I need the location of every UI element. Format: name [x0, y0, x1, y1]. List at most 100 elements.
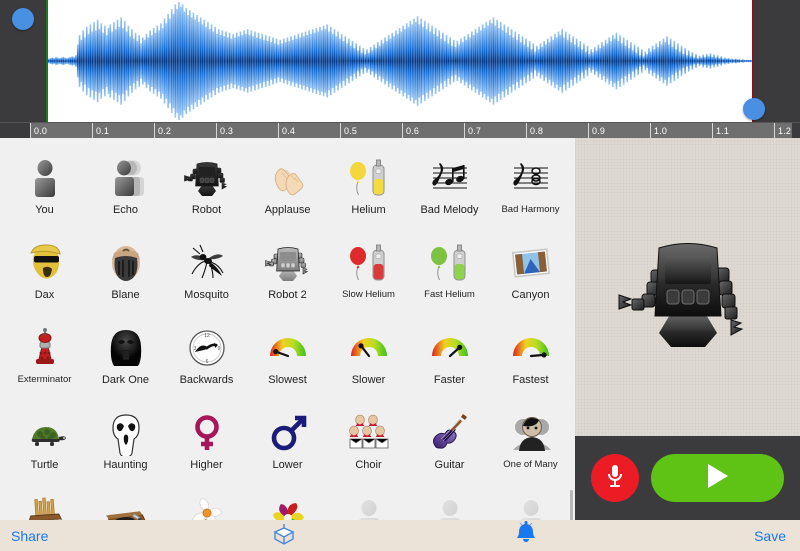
selection-end-handle[interactable]: [743, 98, 765, 120]
effect-label: Backwards: [179, 374, 234, 386]
time-ruler: 0.0 0.1 0.2 0.3 0.4 0.5 0.6 0.7 0.8 0.9 1.0 1.1 1.2: [0, 122, 800, 139]
selection-start-handle[interactable]: [12, 8, 34, 30]
ruler-right-edge: [792, 123, 800, 139]
balloon-red-tank-icon: [339, 237, 399, 289]
effect-bad-harmony[interactable]: Bad Harmony: [490, 144, 571, 229]
effect-label: Higher: [190, 459, 223, 471]
partial-icon: [339, 492, 399, 520]
effect-applause[interactable]: Applause: [247, 144, 328, 229]
waveform-canvas[interactable]: [48, 0, 753, 122]
organ-icon: [15, 492, 75, 520]
effect-label: Slow Helium: [342, 289, 395, 300]
reverse-clock-icon: 12 9 3 6: [177, 322, 237, 374]
partial-icon: [420, 492, 480, 520]
person-icon: [15, 152, 75, 204]
effect-you[interactable]: You: [4, 144, 85, 229]
effect-label: Mosquito: [184, 289, 229, 301]
effect-label: Blane: [111, 289, 140, 301]
fan-icon: [177, 492, 237, 520]
effect-label: Bad Melody: [420, 204, 479, 216]
effect-exterminator[interactable]: Exterminator: [4, 314, 85, 399]
gauge-fastest-icon: [501, 322, 561, 374]
download-tray-icon[interactable]: [270, 519, 298, 551]
effect-canyon[interactable]: Canyon: [490, 229, 571, 314]
effect-warped[interactable]: Warped: [85, 484, 166, 520]
effect-label: Bad Harmony: [501, 204, 560, 215]
effect-robot[interactable]: Robot: [166, 144, 247, 229]
play-triangle-icon: [705, 462, 731, 495]
music-notes-icon: [420, 152, 480, 204]
effect-label: Turtle: [30, 459, 59, 471]
microphone-icon: [605, 463, 625, 494]
bell-icon[interactable]: [513, 519, 539, 551]
effect-higher[interactable]: Higher: [166, 399, 247, 484]
svg-text:6: 6: [205, 359, 208, 365]
ruler-tick: 0.7: [464, 123, 481, 139]
ruler-tick: 0.1: [92, 123, 109, 139]
effect-choir[interactable]: Choir: [328, 399, 409, 484]
effect-label: Choir: [355, 459, 382, 471]
guitar-icon: [420, 407, 480, 459]
effect-label: Slower: [351, 374, 386, 386]
music-chord-icon: [501, 152, 561, 204]
effect-label: Helium: [351, 204, 386, 216]
effect-slow-helium[interactable]: Slow Helium: [328, 229, 409, 314]
effect-fan[interactable]: Fan: [166, 484, 247, 520]
effect-label: One of Many: [503, 459, 558, 470]
effect-faster[interactable]: Faster: [409, 314, 490, 399]
save-button[interactable]: Save: [754, 528, 786, 544]
effect-echo[interactable]: Echo: [85, 144, 166, 229]
masked-face-icon: [96, 237, 156, 289]
effect-swirling[interactable]: Swirling: [247, 484, 328, 520]
voice-changer-app: 0.0 0.1 0.2 0.3 0.4 0.5 0.6 0.7 0.8 0.9 1.0 1.1 1.2 …: [0, 0, 800, 551]
effect-robot-2[interactable]: Robot 2: [247, 229, 328, 314]
selection-start-marker: [46, 0, 48, 122]
svg-text:12: 12: [204, 333, 210, 339]
effect-slowest[interactable]: Slowest: [247, 314, 328, 399]
ruler-tick: 0.3: [216, 123, 233, 139]
effect-preview: [575, 138, 800, 436]
effect-dax[interactable]: Dax: [4, 229, 85, 314]
dalek-icon: [15, 322, 75, 374]
swirl-icon: [258, 492, 318, 520]
effect-row-partial[interactable]: [409, 484, 490, 520]
choir-icon: [339, 407, 399, 459]
effect-haunting[interactable]: Haunting: [85, 399, 166, 484]
effect-backwards[interactable]: 12 9 3 6 Backwards: [166, 314, 247, 399]
effect-organ[interactable]: Organ: [4, 484, 85, 520]
effect-lower[interactable]: Lower: [247, 399, 328, 484]
share-button[interactable]: Share: [11, 528, 48, 544]
bottom-toolbar: Share Save: [0, 520, 800, 551]
effect-turtle[interactable]: Turtle: [4, 399, 85, 484]
effect-label: Slowest: [268, 374, 307, 386]
gauge-slowest-icon: [258, 322, 318, 374]
effect-mosquito[interactable]: Mosquito: [166, 229, 247, 314]
play-button[interactable]: [651, 454, 784, 502]
effect-blane[interactable]: Blane: [85, 229, 166, 314]
effect-fastest[interactable]: Fastest: [490, 314, 571, 399]
ghost-mask-icon: [96, 407, 156, 459]
robot-icon: [177, 152, 237, 204]
effect-label: Lower: [272, 459, 303, 471]
effect-dark-one[interactable]: Dark One: [85, 314, 166, 399]
effect-helium[interactable]: Helium: [328, 144, 409, 229]
effects-pane[interactable]: You Echo Robot Applause Helium Bad Melody Bad …: [0, 138, 575, 520]
ruler-tick: 0.9: [588, 123, 605, 139]
svg-text:9: 9: [217, 346, 220, 352]
turtle-icon: [15, 407, 75, 459]
effect-bad-melody[interactable]: Bad Melody: [409, 144, 490, 229]
waveform-area[interactable]: [0, 0, 800, 122]
effects-scrollbar[interactable]: [570, 490, 573, 520]
effect-one-of-many[interactable]: One of Many: [490, 399, 571, 484]
effect-label: Echo: [112, 204, 139, 216]
effect-slower[interactable]: Slower: [328, 314, 409, 399]
ruler-tick: 0.6: [402, 123, 419, 139]
effect-guitar[interactable]: Guitar: [409, 399, 490, 484]
effect-row-partial[interactable]: [490, 484, 571, 520]
record-button[interactable]: [591, 454, 639, 502]
effect-label: Fastest: [512, 374, 549, 386]
effect-label: Robot 2: [268, 289, 307, 301]
effect-row-partial[interactable]: [328, 484, 409, 520]
effect-fast-helium[interactable]: Fast Helium: [409, 229, 490, 314]
effect-label: Exterminator: [17, 374, 72, 385]
